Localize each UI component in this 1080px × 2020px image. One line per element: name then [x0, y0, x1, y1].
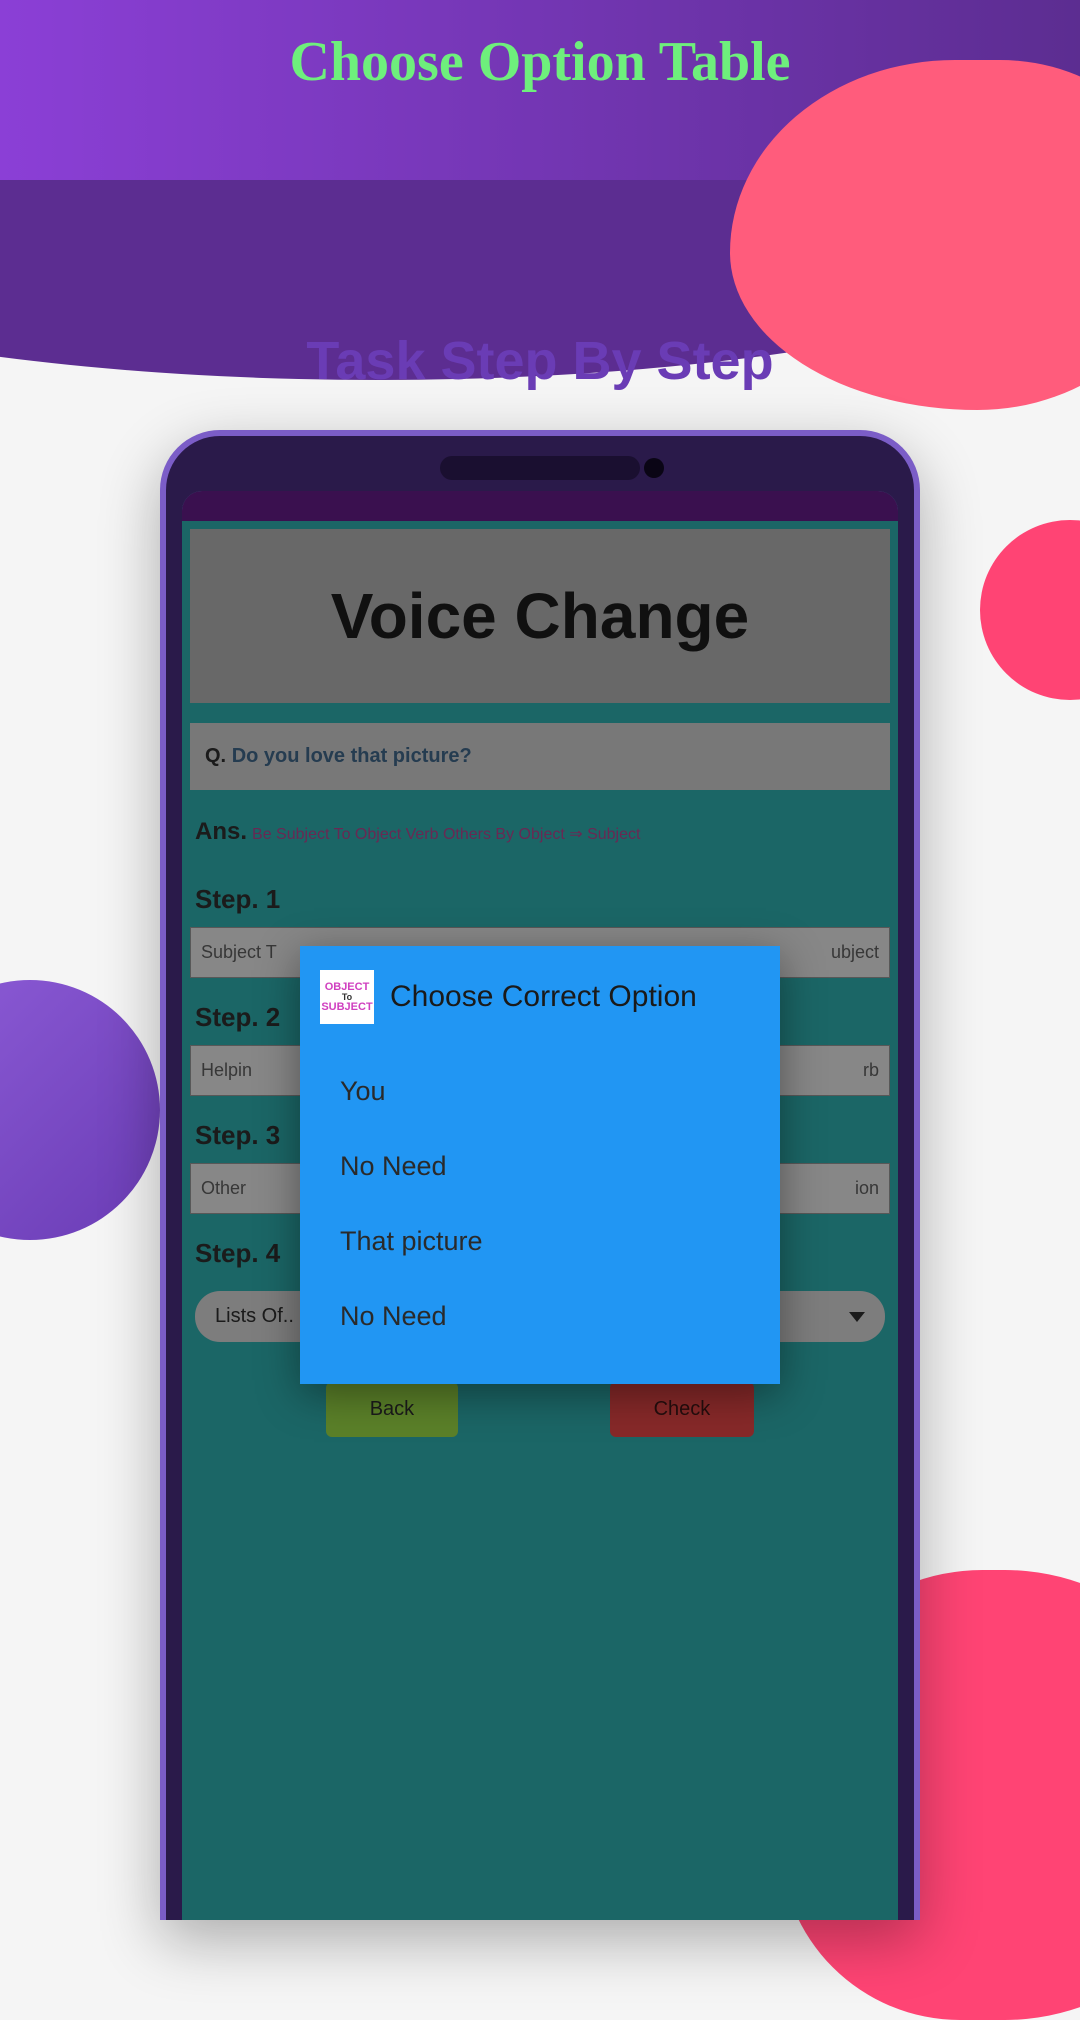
modal-options: You No Need That picture No Need — [300, 1044, 780, 1384]
modal-title: Choose Correct Option — [390, 980, 697, 1014]
modal-option-no-need-1[interactable]: No Need — [340, 1129, 740, 1204]
modal-option-no-need-2[interactable]: No Need — [340, 1279, 740, 1354]
page-title: Choose Option Table — [0, 30, 1080, 94]
phone-screen: Voice Change Q. Do you love that picture… — [182, 491, 898, 1920]
phone-camera — [644, 458, 664, 478]
bg-purple-circle-left — [0, 980, 160, 1240]
bg-pink-circle-right — [980, 520, 1080, 700]
object-to-subject-icon: OBJECT To SUBJECT — [320, 970, 374, 1024]
page-subtitle: Task Step By Step — [0, 330, 1080, 392]
modal-option-that-picture[interactable]: That picture — [340, 1204, 740, 1279]
phone-notch — [440, 456, 640, 480]
modal-header: OBJECT To SUBJECT Choose Correct Option — [300, 946, 780, 1044]
modal-option-you[interactable]: You — [340, 1054, 740, 1129]
phone-frame: Voice Change Q. Do you love that picture… — [160, 430, 920, 1920]
choose-option-modal: OBJECT To SUBJECT Choose Correct Option … — [300, 946, 780, 1384]
